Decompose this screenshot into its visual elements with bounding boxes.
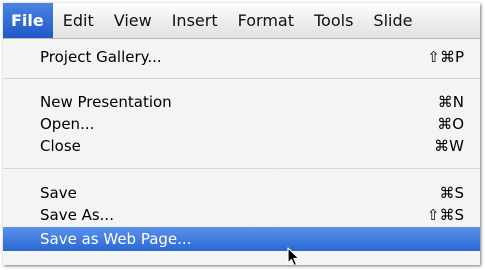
menu-item-save-as-web-page[interactable]: Save as Web Page...	[3, 227, 480, 251]
menu-item-new-presentation[interactable]: New Presentation ⌘N	[3, 91, 480, 113]
menu-item-shortcut: ⇧⌘P	[427, 48, 464, 66]
menu-tools[interactable]: Tools	[304, 3, 363, 38]
menu-slide[interactable]: Slide	[363, 3, 422, 38]
menu-item-label: Save As...	[40, 206, 114, 224]
menu-item-project-gallery[interactable]: Project Gallery... ⇧⌘P	[3, 46, 480, 68]
menu-separator	[3, 78, 480, 79]
menu-item-shortcut: ⌘O	[437, 115, 464, 133]
menu-view[interactable]: View	[104, 3, 162, 38]
menu-insert[interactable]: Insert	[162, 3, 228, 38]
menu-item-save-as[interactable]: Save As... ⇧⌘S	[3, 204, 480, 226]
arrow-cursor-icon	[287, 247, 300, 265]
menu-item-save[interactable]: Save ⌘S	[3, 182, 480, 204]
menu-bar: File Edit View Insert Format Tools Slide	[3, 3, 480, 39]
menu-item-shortcut: ⇧⌘S	[426, 206, 464, 224]
menu-item-label: Project Gallery...	[40, 48, 162, 66]
menu-item-shortcut: ⌘S	[439, 184, 464, 202]
menu-item-shortcut: ⌘W	[434, 137, 464, 155]
menu-separator	[3, 168, 480, 169]
menu-format[interactable]: Format	[228, 3, 304, 38]
menu-item-shortcut: ⌘N	[437, 93, 464, 111]
screenshot-frame: File Edit View Insert Format Tools Slide…	[0, 0, 485, 270]
file-menu-dropdown: Project Gallery... ⇧⌘P New Presentation …	[3, 39, 480, 265]
menu-item-label: New Presentation	[40, 93, 172, 111]
menu-item-label: Save as Web Page...	[40, 230, 192, 248]
menu-item-close[interactable]: Close ⌘W	[3, 135, 480, 157]
menu-file[interactable]: File	[3, 3, 53, 38]
menu-item-label: Save	[40, 184, 77, 202]
menu-edit[interactable]: Edit	[53, 3, 104, 38]
menu-item-open[interactable]: Open... ⌘O	[3, 113, 480, 135]
app-window: File Edit View Insert Format Tools Slide…	[3, 3, 480, 265]
menu-item-label: Open...	[40, 115, 95, 133]
menu-item-label: Close	[40, 137, 81, 155]
